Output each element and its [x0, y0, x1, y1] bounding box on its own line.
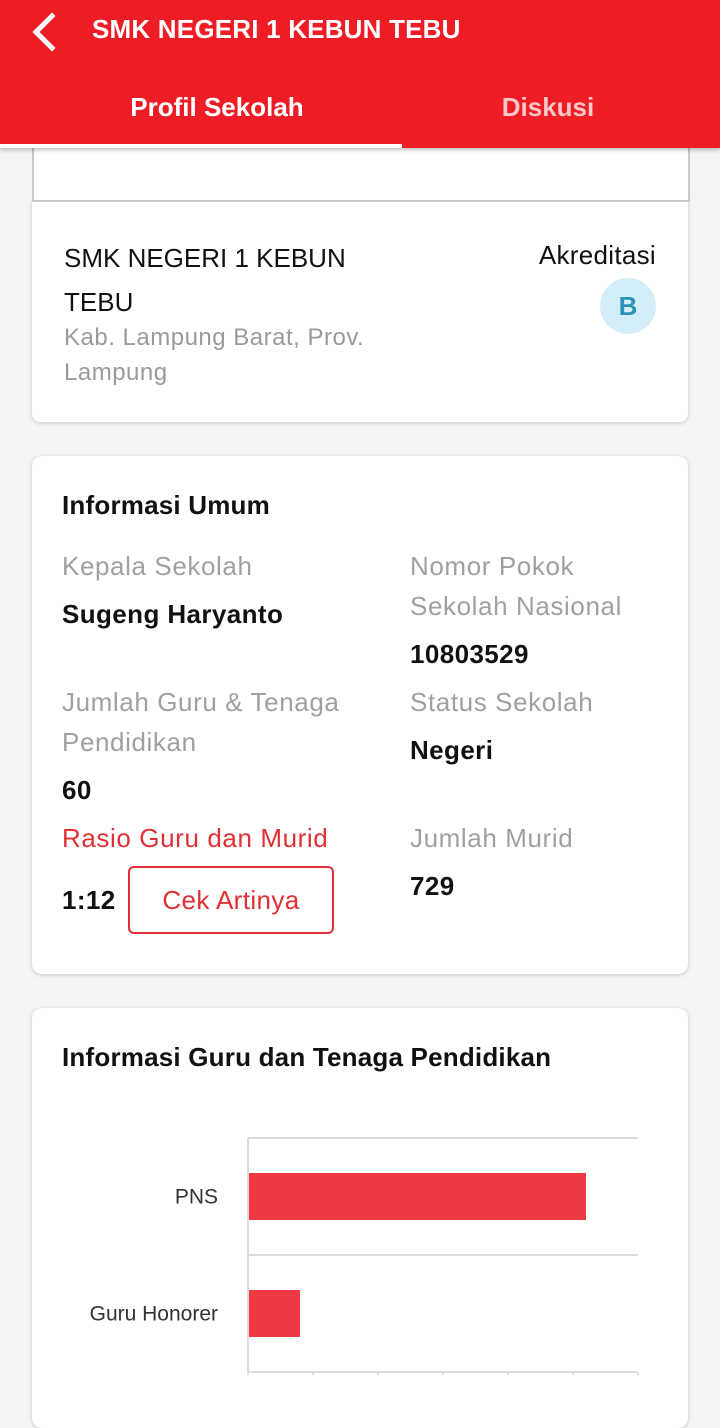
- jumlah-guru-value: 60: [62, 775, 92, 805]
- status-sekolah-value: Negeri: [410, 735, 494, 765]
- kepala-sekolah-value: Sugeng Haryanto: [62, 599, 284, 629]
- chart-category-label: Guru Honorer: [90, 1303, 218, 1326]
- jumlah-murid-value: 729: [410, 871, 455, 901]
- jumlah-guru-label: Jumlah Guru & Tenaga Pendidikan: [62, 687, 340, 757]
- section-title: Informasi Umum: [62, 490, 270, 520]
- npsn-label: Nomor Pokok Sekolah Nasional: [410, 551, 622, 621]
- npsn-value: 10803529: [410, 639, 529, 669]
- chart-category-label: PNS: [175, 1186, 218, 1209]
- page-title: SMK NEGERI 1 KEBUN TEBU: [92, 14, 461, 44]
- informasi-guru-card: Informasi Guru dan Tenaga Pendidikan PNS…: [32, 1008, 688, 1428]
- status-sekolah-label: Status Sekolah: [410, 687, 594, 717]
- active-tab-indicator: [0, 144, 402, 148]
- school-summary-card: SMK NEGERI 1 KEBUN TEBU Kab. Lampung Bar…: [32, 200, 688, 422]
- akreditasi-label: Akreditasi: [538, 240, 656, 270]
- kepala-sekolah-label: Kepala Sekolah: [62, 551, 253, 581]
- chart-bar: [249, 1173, 586, 1220]
- jumlah-murid-label: Jumlah Murid: [410, 823, 574, 853]
- school-location: Kab. Lampung Barat, Prov. Lampung: [64, 324, 365, 386]
- chevron-left-icon: [32, 12, 56, 52]
- akreditasi-badge: B: [600, 278, 656, 334]
- chart-bar: [249, 1290, 300, 1337]
- rasio-label: Rasio Guru dan Murid: [62, 823, 329, 853]
- cek-artinya-button[interactable]: Cek Artinya: [128, 866, 334, 934]
- back-button[interactable]: [28, 10, 68, 54]
- informasi-umum-card: Informasi Umum Kepala Sekolah Sugeng Har…: [32, 456, 688, 974]
- tab-diskusi[interactable]: Diskusi: [368, 92, 720, 123]
- teacher-bar-chart: PNS Guru Honorer: [90, 1137, 639, 1375]
- rasio-value: 1:12: [62, 885, 116, 915]
- school-name: SMK NEGERI 1 KEBUN TEBU: [64, 243, 346, 317]
- app-bar: SMK NEGERI 1 KEBUN TEBU Profil Sekolah D…: [0, 0, 720, 148]
- tab-profil-sekolah[interactable]: Profil Sekolah: [32, 92, 402, 123]
